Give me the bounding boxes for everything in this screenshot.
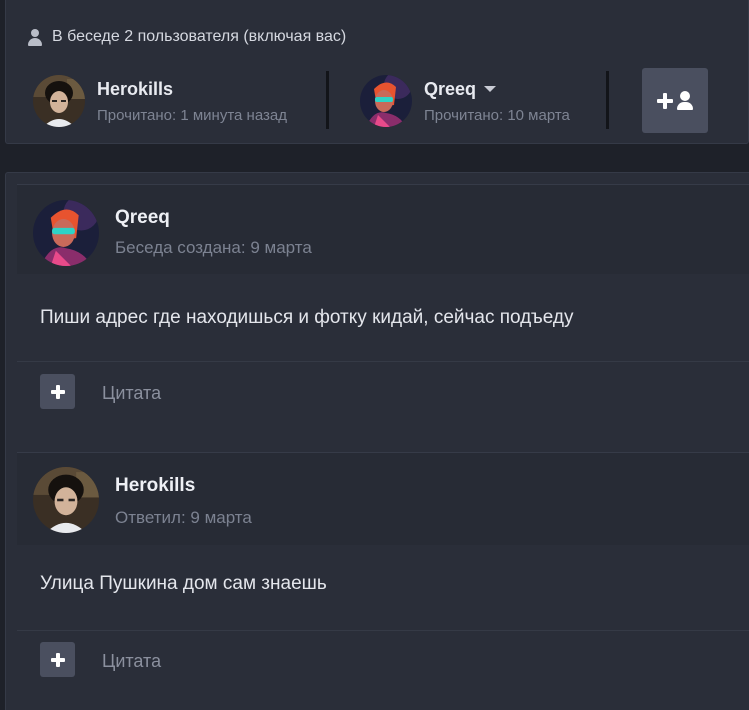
participant-read-status: Прочитано: 10 марта [424,106,570,124]
message-divider [17,361,749,362]
avatar[interactable] [33,200,99,266]
quote-link[interactable]: Цитата [102,383,161,404]
participant-herokills[interactable]: Herokills Прочитано: 1 минута назад [33,73,287,129]
message-item: Qreeq Беседа создана: 9 марта Пиши адрес… [17,184,749,452]
message-author[interactable]: Qreeq [115,207,170,229]
participants-panel: В беседе 2 пользователя (включая вас) He… [5,0,749,144]
participant-read-status: Прочитано: 1 минута назад [97,106,287,124]
avatar[interactable] [360,75,412,127]
participant-name[interactable]: Qreeq [424,79,476,100]
messages-panel: Qreeq Беседа создана: 9 марта Пиши адрес… [5,172,749,710]
conversation-page: В беседе 2 пользователя (включая вас) He… [0,0,749,710]
plus-icon [50,652,65,667]
participants-header: В беседе 2 пользователя (включая вас) [28,26,346,48]
participants-count-label: В беседе 2 пользователя (включая вас) [52,28,347,45]
user-icon [677,91,693,110]
invite-user-button[interactable] [642,68,708,133]
message-divider [17,630,749,631]
message-body: Пиши адрес где находишься и фотку кидай,… [40,307,574,328]
quote-add-button[interactable] [40,642,75,677]
participant-name[interactable]: Herokills [97,79,173,100]
chevron-down-icon[interactable] [484,86,497,92]
participant-qreeq[interactable]: Qreeq Прочитано: 10 марта [360,73,570,129]
message-date: Ответил: 9 марта [115,508,252,527]
message-date: Беседа создана: 9 марта [115,238,312,257]
message-author[interactable]: Herokills [115,475,195,497]
participant-divider [326,71,329,129]
quote-link[interactable]: Цитата [102,651,161,672]
quote-add-button[interactable] [40,374,75,409]
avatar[interactable] [33,75,85,127]
message-header: Qreeq Беседа создана: 9 марта [17,184,749,274]
plus-icon [657,92,673,109]
participant-divider [606,71,609,129]
plus-icon [50,384,65,399]
message-body: Улица Пушкина дом сам знаешь [40,573,327,594]
avatar[interactable] [33,467,99,533]
user-icon [28,28,42,46]
message-item: Herokills Ответил: 9 марта Улица Пушкина… [17,452,749,710]
message-header: Herokills Ответил: 9 марта [17,452,749,545]
